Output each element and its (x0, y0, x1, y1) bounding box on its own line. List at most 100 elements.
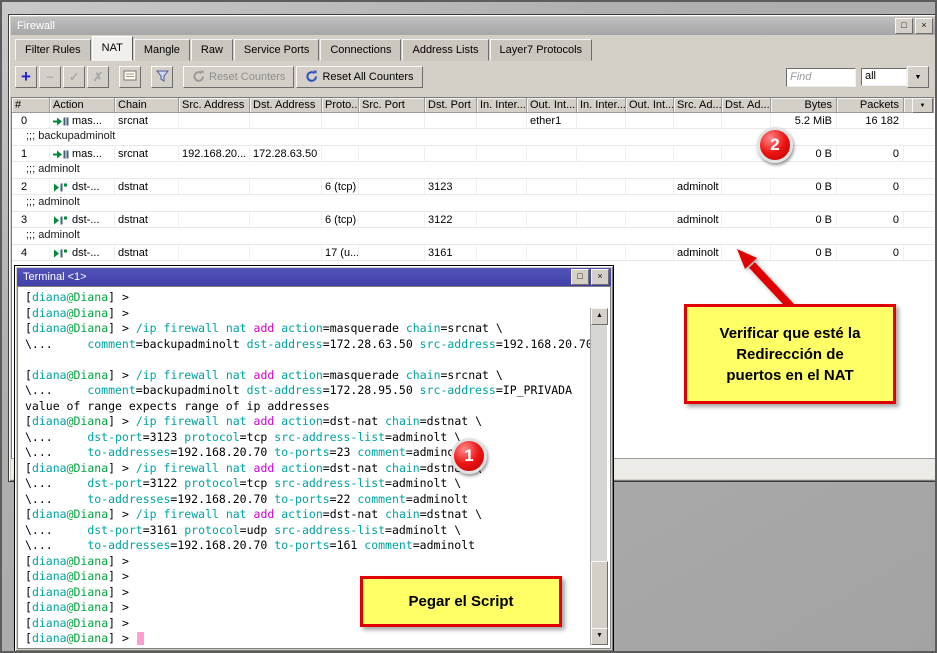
table-row[interactable]: 0mas...srcnatether15.2 MiB16 182 (12, 113, 934, 129)
scrollbar-thumb[interactable] (591, 561, 608, 629)
column-header-src-ad[interactable]: Src. Ad... (674, 98, 722, 113)
terminal-cursor (137, 632, 144, 645)
cell-: 4 (12, 245, 50, 260)
dst-nat-icon (53, 183, 69, 192)
funnel-icon (156, 70, 169, 85)
comment-row[interactable]: ;;; backupadminolt (12, 129, 934, 146)
column-header-chain[interactable]: Chain (115, 98, 179, 113)
cell-bytes: 5.2 MiB (771, 113, 837, 128)
cell-action: dst-... (50, 212, 115, 227)
reset-all-counters-button[interactable]: Reset All Counters (296, 66, 422, 88)
cell-in-inter (477, 245, 527, 260)
terminal-titlebar[interactable]: Terminal <1> □ × (17, 268, 611, 286)
cell-dst-address: 172.28.63.50 (250, 146, 322, 161)
terminal-line: \... dst-port=3123 protocol=tcp src-addr… (25, 430, 610, 446)
filter-select[interactable]: all (861, 68, 907, 86)
tab-nat[interactable]: NAT (92, 36, 133, 61)
terminal-line: \... to-addresses=192.168.20.70 to-ports… (25, 538, 610, 554)
terminal-scrollbar[interactable]: ▲ ▼ (590, 308, 607, 645)
masquerade-icon (53, 150, 69, 159)
cell-in-inter (477, 212, 527, 227)
column-header-bytes[interactable]: Bytes (771, 98, 837, 113)
terminal-line: [diana@Diana] > (25, 290, 610, 306)
remove-button[interactable]: − (39, 66, 61, 88)
cell-chain: dstnat (115, 179, 179, 194)
tab-layer7-protocols[interactable]: Layer7 Protocols (490, 39, 593, 61)
annotation-badge-2: 2 (757, 127, 793, 163)
disable-button[interactable]: ✗ (87, 66, 109, 88)
reset-counters-button[interactable]: Reset Counters (183, 66, 294, 88)
cell-chain: dstnat (115, 212, 179, 227)
cell-proto (322, 146, 359, 161)
window-controls: □ × (569, 269, 611, 285)
column-header-dst-port[interactable]: Dst. Port (425, 98, 477, 113)
comment-icon (123, 70, 137, 84)
reset-all-counters-label: Reset All Counters (322, 71, 413, 83)
cell-dst-address (250, 245, 322, 260)
cell-action: dst-... (50, 179, 115, 194)
filter-button[interactable] (151, 66, 173, 88)
maximize-icon[interactable]: □ (895, 18, 913, 34)
column-header-src-port[interactable]: Src. Port (359, 98, 425, 113)
cell-out-int (527, 212, 577, 227)
column-header-in-inter[interactable]: In. Inter... (577, 98, 626, 113)
scroll-up-icon[interactable]: ▲ (591, 308, 608, 325)
cell-chain: dstnat (115, 245, 179, 260)
comment-row[interactable]: ;;; adminolt (12, 195, 934, 212)
tab-filter-rules[interactable]: Filter Rules (15, 39, 91, 61)
tab-raw[interactable]: Raw (191, 39, 233, 61)
terminal-line: value of range expects range of ip addre… (25, 399, 610, 415)
column-header-dst-address[interactable]: Dst. Address (250, 98, 322, 113)
find-input[interactable] (786, 68, 856, 87)
column-header-src-address[interactable]: Src. Address (179, 98, 250, 113)
cell-action: mas... (50, 146, 115, 161)
cell-proto: 6 (tcp) (322, 212, 359, 227)
cell-proto: 6 (tcp) (322, 179, 359, 194)
terminal-line: [diana@Diana] > (25, 306, 610, 322)
table-row[interactable]: 1mas...srcnat192.168.20...172.28.63.500 … (12, 146, 934, 162)
tab-connections[interactable]: Connections (320, 39, 401, 61)
cell-out-int (626, 245, 674, 260)
masquerade-icon (53, 117, 69, 126)
tab-address-lists[interactable]: Address Lists (402, 39, 488, 61)
enable-button[interactable]: ✓ (63, 66, 85, 88)
table-row[interactable]: 2dst-...dstnat6 (tcp)3123adminolt0 B0 (12, 179, 934, 195)
cell-dst-ad (722, 212, 771, 227)
tab-service-ports[interactable]: Service Ports (234, 39, 319, 61)
column-header-dst-ad[interactable]: Dst. Ad... (722, 98, 771, 113)
column-header-out-int[interactable]: Out. Int... (527, 98, 577, 113)
column-header-action[interactable]: Action (50, 98, 115, 113)
terminal-line: \... to-addresses=192.168.20.70 to-ports… (25, 492, 610, 508)
firewall-window-title: Firewall (17, 20, 55, 32)
terminal-line: \... comment=backupadminolt dst-address=… (25, 383, 610, 399)
terminal-line: [diana@Diana] > /ip firewall nat add act… (25, 321, 610, 337)
maximize-icon[interactable]: □ (571, 269, 589, 285)
chevron-down-icon: ▼ (920, 103, 926, 109)
annotation-badge-1: 1 (451, 438, 487, 474)
add-button[interactable]: + (15, 66, 37, 88)
column-header-out-int[interactable]: Out. Int... (626, 98, 674, 113)
column-picker-button[interactable]: ▼ (912, 98, 933, 113)
comment-button[interactable] (119, 66, 141, 88)
cell-src-address (179, 245, 250, 260)
firewall-titlebar[interactable]: Firewall □ × (11, 17, 935, 35)
column-header-proto[interactable]: Proto... (322, 98, 359, 113)
cell-out-int (626, 146, 674, 161)
scroll-down-icon[interactable]: ▼ (591, 628, 608, 645)
column-header-col0[interactable]: # (12, 98, 50, 113)
cell-in-inter (477, 179, 527, 194)
comment-row[interactable]: ;;; adminolt (12, 162, 934, 179)
column-header-in-inter[interactable]: In. Inter... (477, 98, 527, 113)
table-row[interactable]: 4dst-...dstnat17 (u...3161adminolt0 B0 (12, 245, 934, 261)
cell-src-port (359, 113, 425, 128)
terminal-window-title: Terminal <1> (23, 271, 87, 283)
close-icon[interactable]: × (915, 18, 933, 34)
column-header-packets[interactable]: Packets (837, 98, 904, 113)
cell-out-int (626, 113, 674, 128)
cell-out-int (527, 146, 577, 161)
close-icon[interactable]: × (591, 269, 609, 285)
comment-row[interactable]: ;;; adminolt (12, 228, 934, 245)
tab-mangle[interactable]: Mangle (134, 39, 190, 61)
table-row[interactable]: 3dst-...dstnat6 (tcp)3122adminolt0 B0 (12, 212, 934, 228)
filter-select-arrow[interactable]: ▼ (907, 66, 929, 88)
